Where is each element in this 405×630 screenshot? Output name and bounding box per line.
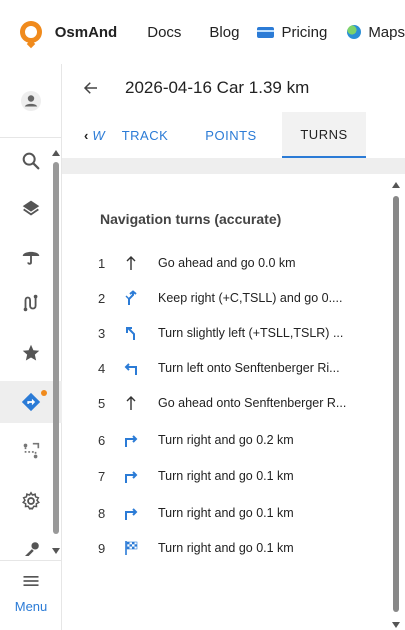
menu-label: Menu	[14, 599, 48, 614]
list-item[interactable]: 1 Go ahead and go 0.0 km	[98, 253, 388, 273]
route-icon	[23, 294, 38, 312]
brand-name[interactable]: OsmAnd	[55, 24, 118, 41]
content-scroll-thumb[interactable]	[393, 196, 399, 612]
sidebar-scrollbar[interactable]	[52, 150, 60, 554]
turn-description: Turn right and go 0.2 km	[158, 433, 294, 447]
turn-description: Go ahead onto Senftenberger R...	[158, 396, 347, 410]
turn-number: 1	[98, 255, 106, 271]
layers-icon	[22, 200, 40, 216]
turn-description: Keep right (+C,TSLL) and go 0....	[158, 291, 343, 305]
turn-right-icon	[120, 431, 142, 449]
section-title: Navigation turns (accurate)	[100, 211, 282, 227]
turn-number: 9	[98, 540, 106, 556]
top-nav: OsmAnd Docs Blog Pricing Maps	[0, 0, 405, 64]
content-divider	[62, 158, 405, 174]
turn-number: 2	[98, 290, 106, 306]
sidebar-scroll-thumb[interactable]	[53, 162, 59, 534]
nav-link-maps-label: Maps	[368, 23, 405, 41]
umbrella-icon	[22, 251, 40, 265]
track-details-panel: 2026-04-16 Car 1.39 km ‹ W TRACK POINTS …	[62, 64, 405, 630]
globe-icon	[347, 25, 362, 39]
turn-description: Turn right and go 0.1 km	[158, 506, 294, 520]
tab-turns[interactable]: TURNS	[282, 112, 366, 158]
scroll-up-arrow-icon[interactable]	[392, 182, 400, 188]
nav-link-blog[interactable]: Blog	[209, 24, 239, 41]
turn-number: 4	[98, 360, 106, 376]
nav-link-maps[interactable]: Maps	[347, 24, 405, 41]
slight-left-icon	[120, 324, 142, 342]
nav-link-pricing[interactable]: Pricing	[257, 24, 327, 41]
page-title: 2026-04-16 Car 1.39 km	[125, 78, 310, 97]
list-item[interactable]: 6 Turn right and go 0.2 km	[98, 430, 388, 450]
turn-description: Turn right and go 0.1 km	[158, 541, 294, 555]
account-button[interactable]	[0, 64, 62, 138]
list-item[interactable]: 3 Turn slightly left (+TSLL,TSLR) ...	[98, 323, 388, 343]
turn-right-icon	[120, 467, 142, 485]
wrench-icon	[25, 542, 39, 556]
osmand-logo-icon[interactable]	[20, 21, 42, 43]
tab-bar: ‹ W TRACK POINTS TURNS	[62, 112, 405, 158]
turn-description: Turn right and go 0.1 km	[158, 469, 294, 483]
nav-link-pricing-label: Pricing	[281, 23, 328, 41]
turn-number: 5	[98, 395, 106, 411]
scroll-down-arrow-icon[interactable]	[392, 622, 400, 628]
turn-description: Turn left onto Senftenberger Ri...	[158, 361, 340, 375]
turn-number: 3	[98, 325, 106, 341]
plan-route-icon	[23, 442, 40, 459]
list-item[interactable]: 7 Turn right and go 0.1 km	[98, 466, 388, 486]
tab-scroll-label: W	[92, 127, 105, 143]
turn-number: 6	[98, 432, 106, 448]
list-item[interactable]: 2 Keep right (+C,TSLL) and go 0....	[98, 288, 388, 308]
panel-header: 2026-04-16 Car 1.39 km	[62, 64, 405, 112]
tab-scroll-left[interactable]: ‹ W	[62, 112, 105, 158]
back-arrow-icon[interactable]	[82, 79, 100, 97]
menu-button[interactable]: Menu	[0, 560, 62, 630]
list-item[interactable]: 4 Turn left onto Senftenberger Ri...	[98, 358, 388, 378]
turn-description: Turn slightly left (+TSLL,TSLR) ...	[158, 326, 344, 340]
notification-dot	[41, 390, 47, 396]
navigation-icon	[21, 392, 41, 412]
straight-arrow-icon	[120, 394, 142, 412]
straight-arrow-icon	[120, 254, 142, 272]
finish-flag-icon	[120, 539, 142, 557]
tab-points[interactable]: POINTS	[188, 112, 274, 158]
search-icon	[22, 152, 40, 170]
scroll-down-arrow-icon[interactable]	[52, 548, 60, 554]
hamburger-menu-icon	[23, 576, 39, 586]
avatar	[21, 90, 41, 111]
credit-card-icon	[257, 26, 275, 38]
content-scrollbar[interactable]	[392, 182, 400, 628]
star-icon	[22, 344, 40, 361]
turn-number: 7	[98, 468, 106, 484]
list-item[interactable]: 9 Turn right and go 0.1 km	[98, 538, 388, 558]
tab-track[interactable]: TRACK	[110, 112, 180, 158]
turns-list: Navigation turns (accurate) 1 Go ahead a…	[62, 174, 405, 630]
turn-description: Go ahead and go 0.0 km	[158, 256, 296, 270]
left-sidebar: Menu	[0, 64, 62, 630]
turn-number: 8	[98, 505, 106, 521]
chevron-left-icon: ‹	[84, 127, 89, 143]
keep-right-icon	[120, 289, 142, 307]
scroll-up-arrow-icon[interactable]	[52, 150, 60, 156]
turn-right-icon	[120, 504, 142, 522]
list-item[interactable]: 5 Go ahead onto Senftenberger R...	[98, 393, 388, 413]
nav-link-docs[interactable]: Docs	[147, 24, 181, 41]
list-item[interactable]: 8 Turn right and go 0.1 km	[98, 503, 388, 523]
gear-icon	[22, 491, 40, 510]
turn-left-icon	[120, 359, 142, 377]
